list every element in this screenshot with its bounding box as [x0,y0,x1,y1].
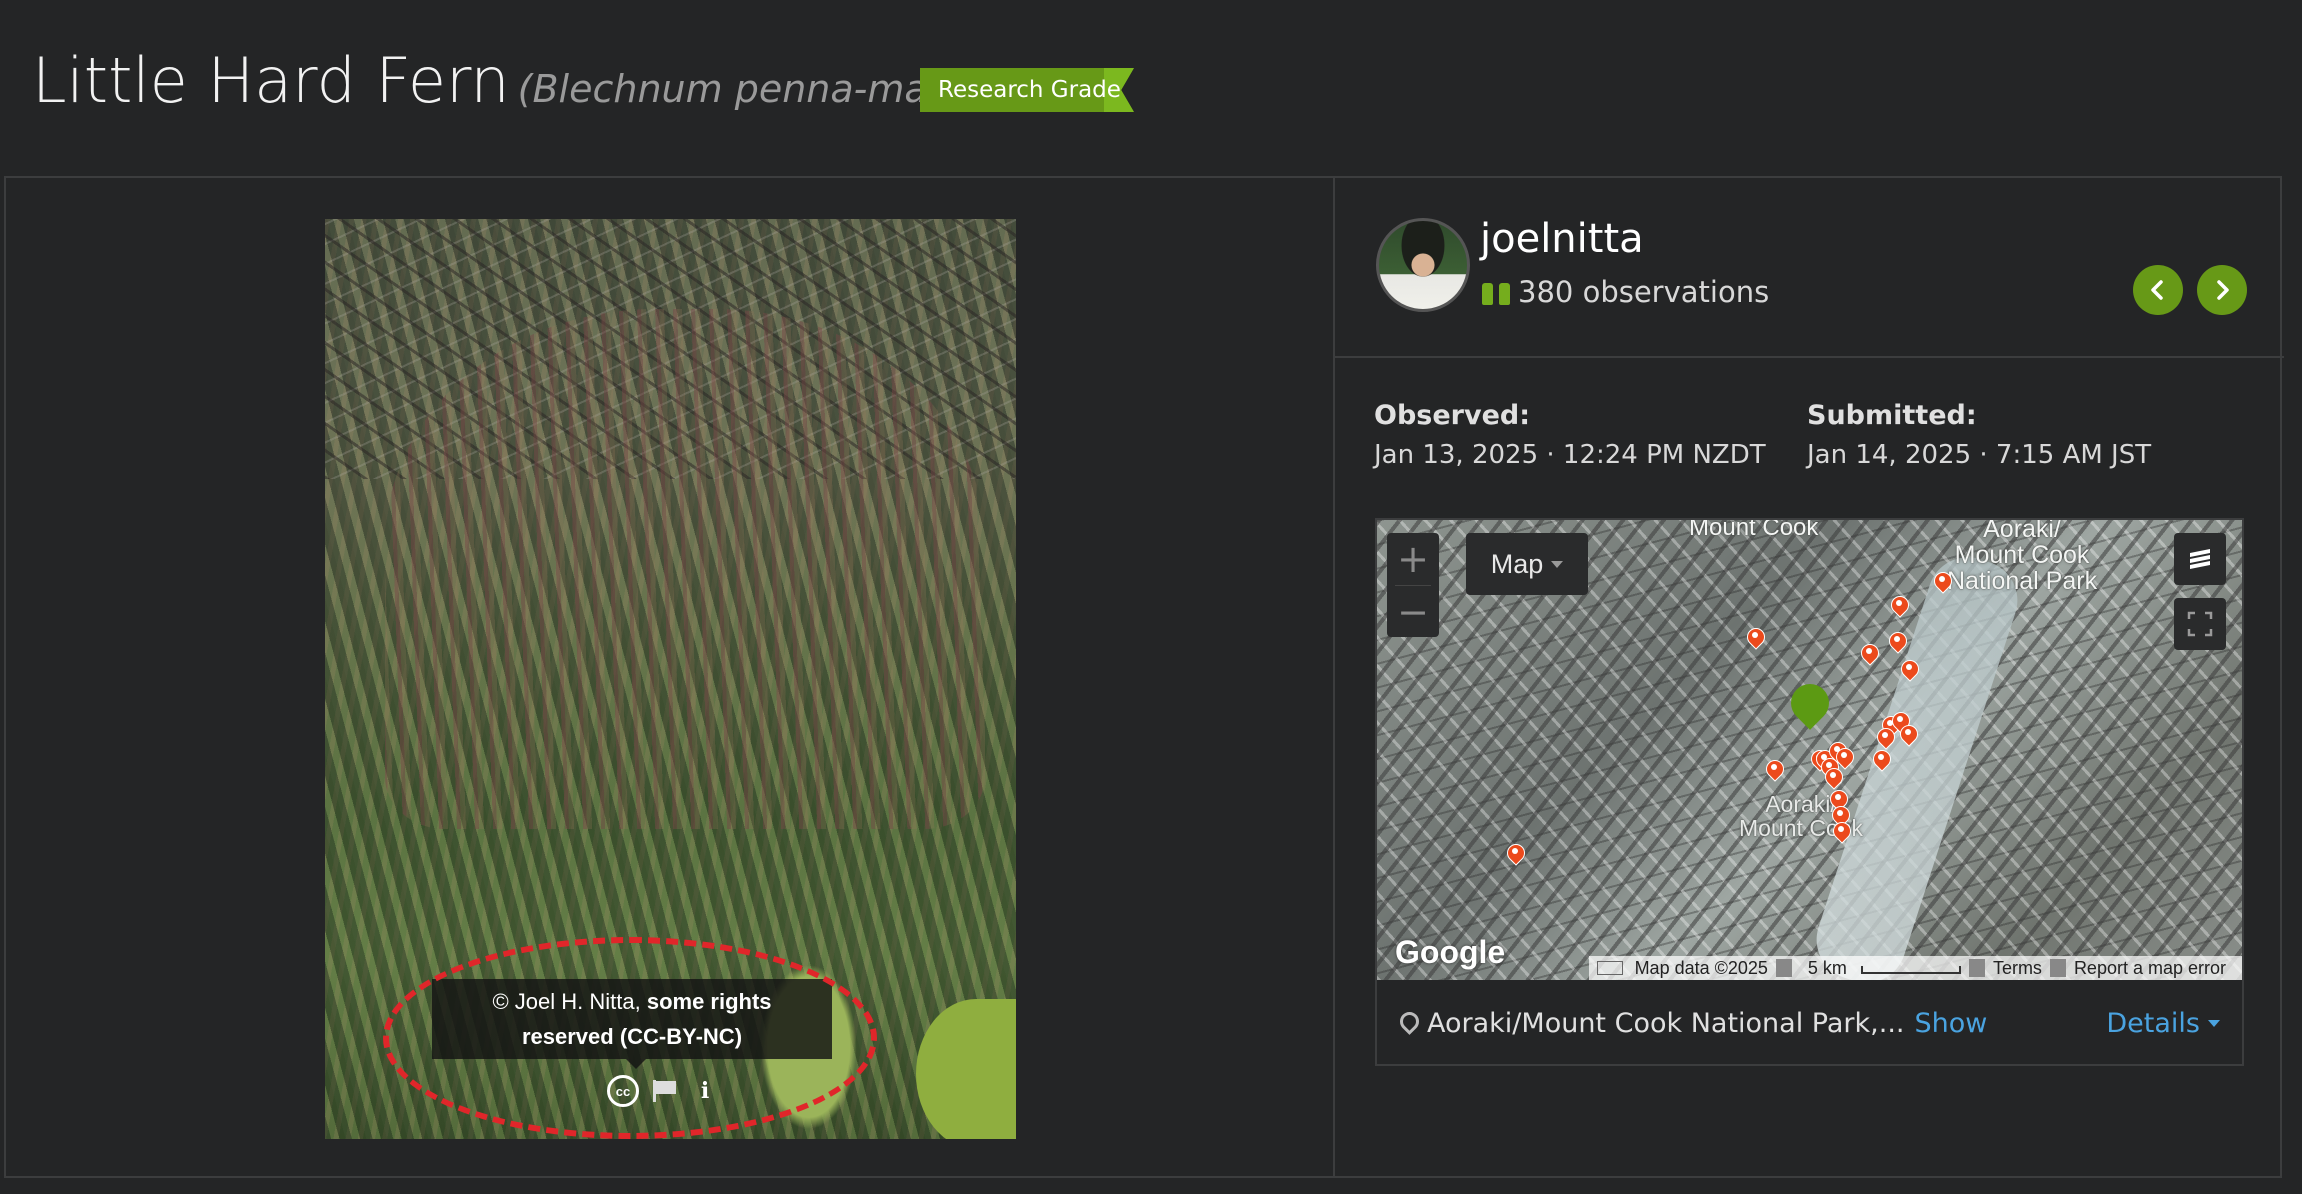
keyboard-shortcuts-icon[interactable] [1596,961,1623,975]
zoom-control: + − [1387,533,1439,637]
fullscreen-icon [2187,611,2213,637]
footer-separator [1775,959,1792,977]
map-scale-label: 5 km [1807,957,1847,978]
observer-observation-count[interactable]: 380 observations [1482,274,1769,310]
quality-grade-label: Research Grade [938,77,1121,103]
map-observation-pin[interactable] [1877,728,1893,748]
map-observation-pin[interactable] [1861,644,1877,664]
map-label-park-line2: Mount Cook [1954,541,2090,569]
report-map-error-link[interactable]: Report a map error [2066,958,2234,979]
observed-date: Jan 13, 2025 · 12:24 PM NZDT [1374,440,1766,470]
zoom-in-button[interactable]: + [1387,533,1439,585]
caret-down-icon [2208,1019,2220,1027]
photo-leaf [916,999,1016,1139]
submitted-date: Jan 14, 2025 · 7:15 AM JST [1807,440,2152,470]
scale-bar [1860,965,1961,974]
observer-divider [1335,356,2284,358]
details-label: Details [2106,1007,2200,1039]
caret-down-icon [1551,560,1564,568]
map-observation-pin[interactable] [1507,844,1523,864]
map-label-mount-cook: Mount Cook [1689,520,1819,541]
location-name: Aoraki/Mount Cook National Park,... [1427,1007,1905,1039]
binoculars-icon [1482,279,1510,305]
map-scale[interactable]: 5 km [1792,958,1969,979]
map-observation-pin[interactable] [1833,822,1849,842]
map-type-dropdown[interactable]: Map [1466,533,1588,595]
map-observation-pin[interactable] [1766,760,1782,780]
map-attribution-bar: Map data ©2025 5 km Terms Report a map e… [1588,956,2242,980]
map-label-park-line1: Aoraki/ [1983,520,2061,543]
map-label-national-park: Aoraki/ Mount Cook National Park [1947,520,2097,594]
map-observation-pin[interactable] [1873,750,1889,770]
map-type-label: Map [1490,548,1544,579]
common-name: Little Hard Fern [32,44,510,117]
map-observation-pin[interactable] [1889,632,1905,652]
map-observation-pin[interactable] [1901,660,1917,680]
next-observation-button[interactable] [2197,265,2247,315]
map-observation-pin[interactable] [1934,572,1950,592]
footer-separator [2049,959,2066,977]
details-dropdown[interactable]: Details [2106,1008,2220,1039]
google-logo: Google [1395,934,1506,970]
chevron-right-icon [2217,280,2229,300]
observed-label: Observed: [1374,400,1531,431]
show-location-link[interactable]: Show [1914,1008,1987,1039]
map-observation-pin[interactable] [1825,768,1841,788]
map-view[interactable]: Mount Cook Aoraki/ Mount Cook National P… [1377,520,2242,980]
quality-grade-badge: Research Grade [920,68,1134,112]
submitted-label: Submitted: [1807,400,1977,431]
map-terms-link[interactable]: Terms [1985,958,2050,979]
location-box: Mount Cook Aoraki/ Mount Cook National P… [1375,518,2244,1066]
photo-fern-fronds [385,309,985,829]
observation-photo[interactable]: © Joel H. Nitta, some rights reserved (C… [325,219,1016,1139]
map-observation-pin[interactable] [1891,596,1907,616]
fullscreen-button[interactable] [2174,598,2226,650]
location-row: Aoraki/Mount Cook National Park,... Show… [1377,982,2242,1064]
map-observation-pin[interactable] [1836,748,1852,768]
map-observation-pin[interactable] [1900,725,1916,745]
zoom-out-button[interactable]: − [1387,586,1439,638]
map-label-park-line3: National Park [1947,567,2098,595]
observer-username[interactable]: joelnitta [1480,216,1644,262]
map-observation-pin[interactable] [1747,628,1763,648]
map-marker-icon [1399,1012,1415,1034]
layers-icon [2190,549,2210,569]
page-title: Little Hard Fern (Blechnum penna-marina) [32,44,1016,124]
observer-avatar[interactable] [1376,218,1470,312]
observation-panel: © Joel H. Nitta, some rights reserved (C… [4,176,2284,1178]
footer-separator [1968,959,1985,977]
previous-observation-button[interactable] [2133,265,2183,315]
red-dashed-annotation [383,937,877,1139]
layers-button[interactable] [2174,533,2226,585]
current-observation-pin[interactable] [1791,684,1829,738]
map-data-credit: Map data ©2025 [1634,957,1768,978]
column-divider [1333,178,1335,1176]
chevron-left-icon [2151,280,2163,300]
observation-count-label: 380 observations [1518,275,1770,309]
